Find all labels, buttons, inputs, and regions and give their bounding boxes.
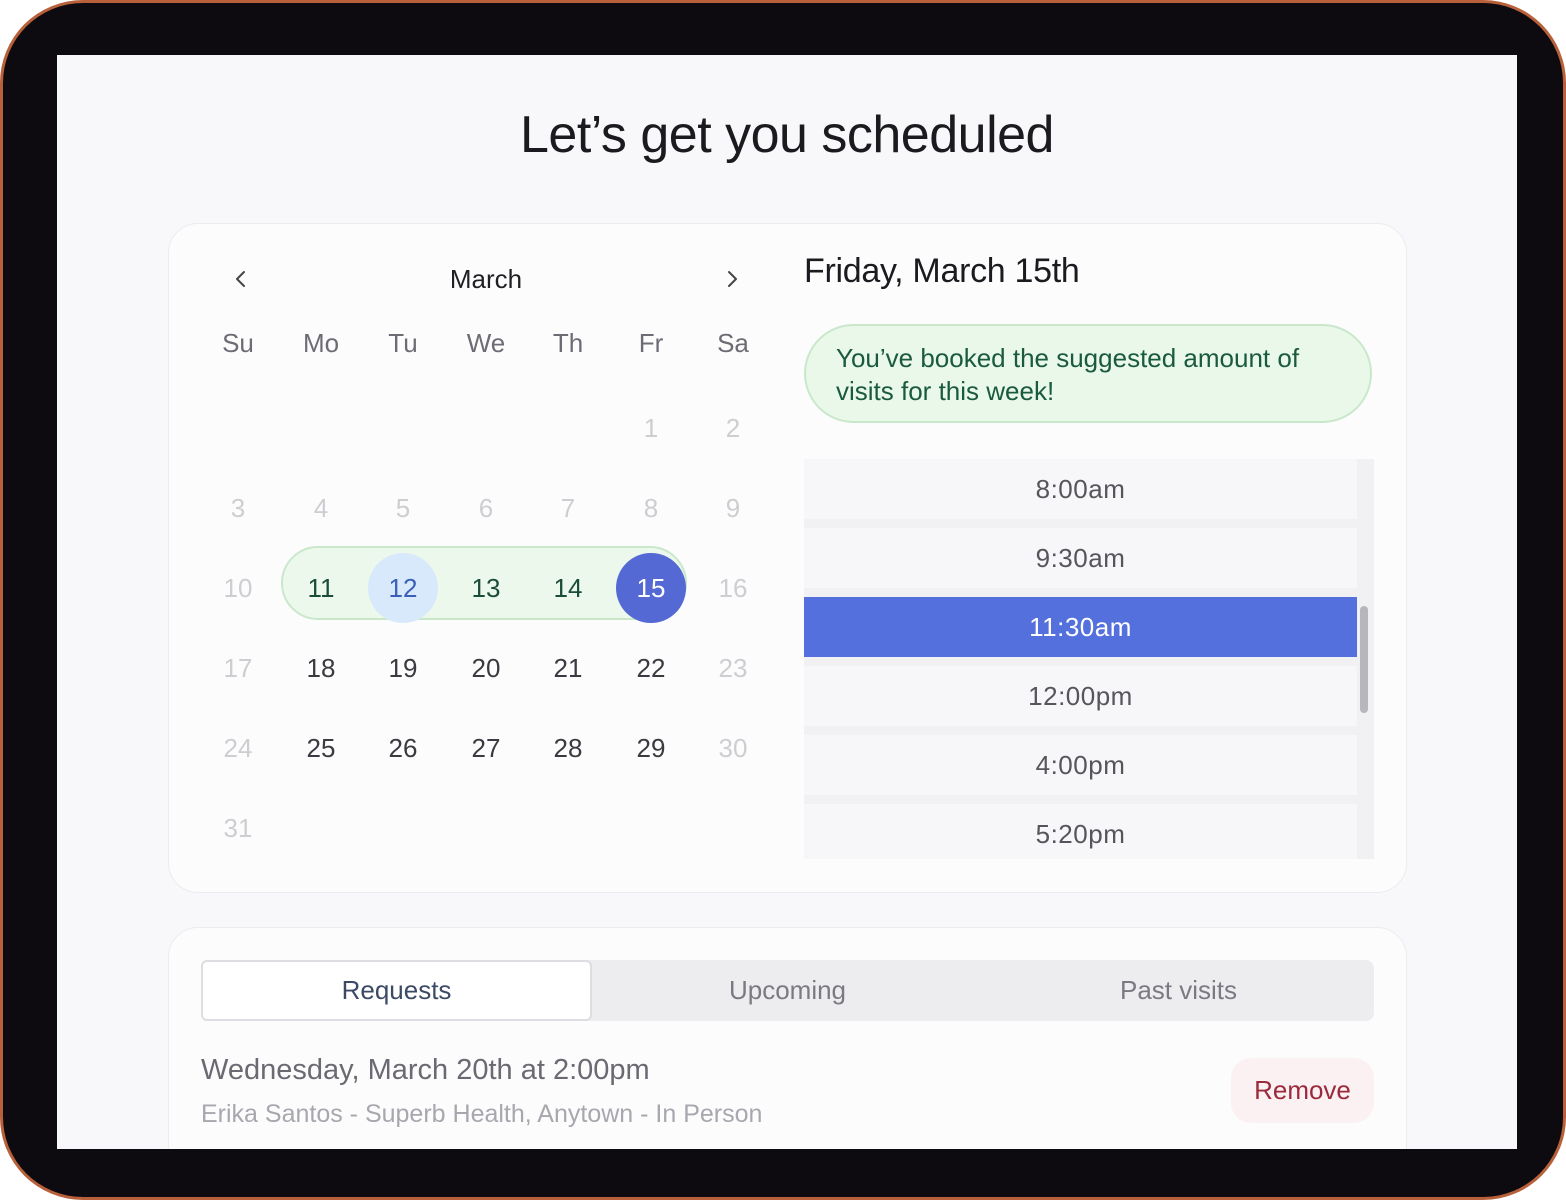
calendar-day[interactable]: 4 bbox=[286, 473, 356, 543]
tab-upcoming[interactable]: Upcoming bbox=[592, 960, 983, 1021]
calendar-day[interactable]: 20 bbox=[451, 633, 521, 703]
weekly-goal-banner: You’ve booked the suggested amount of vi… bbox=[804, 324, 1372, 423]
chevron-right-icon bbox=[728, 271, 737, 287]
remove-request-button[interactable]: Remove bbox=[1231, 1058, 1374, 1123]
calendar-day[interactable]: 29 bbox=[616, 713, 686, 783]
page-title: Let’s get you scheduled bbox=[520, 106, 1054, 164]
calendar-day[interactable]: 1 bbox=[616, 393, 686, 463]
weekday-label: Fr bbox=[638, 328, 664, 358]
time-slot[interactable]: 9:30am bbox=[804, 528, 1357, 588]
weekday-label: We bbox=[466, 328, 506, 358]
calendar-day[interactable]: 17 bbox=[203, 633, 273, 703]
calendar-day[interactable]: 5 bbox=[368, 473, 438, 543]
time-slot-selected[interactable]: 11:30am bbox=[804, 597, 1357, 657]
weekday-label: Sa bbox=[717, 328, 749, 358]
weekday-label: Su bbox=[222, 328, 254, 358]
calendar-day[interactable]: 14 bbox=[533, 553, 603, 623]
calendar-day[interactable]: 28 bbox=[533, 713, 603, 783]
calendar-day[interactable]: 2 bbox=[698, 393, 768, 463]
calendar-day[interactable]: 23 bbox=[698, 633, 768, 703]
calendar-day[interactable]: 19 bbox=[368, 633, 438, 703]
scheduler-card: March Su Mo Tu We Th Fr Sa 1 2 3 4 5 6 7 8 9 10 11 12 13 14 1… bbox=[168, 223, 1407, 893]
calendar-day[interactable]: 24 bbox=[203, 713, 273, 783]
request-details: Erika Santos - Superb Health, Anytown - … bbox=[201, 1100, 763, 1128]
calendar-day[interactable]: 16 bbox=[698, 553, 768, 623]
calendar-day[interactable]: 18 bbox=[286, 633, 356, 703]
calendar-day[interactable]: 21 bbox=[533, 633, 603, 703]
next-month-button[interactable] bbox=[712, 254, 752, 304]
tab-requests[interactable]: Requests bbox=[201, 960, 592, 1021]
calendar-month-label: March bbox=[449, 264, 523, 294]
chevron-left-icon bbox=[236, 271, 245, 287]
calendar-day[interactable]: 12 bbox=[368, 553, 438, 623]
calendar-day[interactable]: 7 bbox=[533, 473, 603, 543]
calendar-day-selected[interactable]: 15 bbox=[616, 553, 686, 623]
calendar-day[interactable]: 26 bbox=[368, 713, 438, 783]
calendar-day[interactable]: 13 bbox=[451, 553, 521, 623]
request-title: Wednesday, March 20th at 2:00pm bbox=[201, 1054, 650, 1086]
calendar-day[interactable]: 22 bbox=[616, 633, 686, 703]
app-screen: Let’s get you scheduled March Su Mo Tu We Th… bbox=[57, 55, 1517, 1149]
calendar-day[interactable]: 30 bbox=[698, 713, 768, 783]
calendar-day[interactable]: 8 bbox=[616, 473, 686, 543]
time-slot[interactable]: 4:00pm bbox=[804, 735, 1357, 795]
visits-tab-bar: Requests Upcoming Past visits bbox=[201, 960, 1374, 1021]
calendar-day[interactable]: 3 bbox=[203, 473, 273, 543]
calendar-day[interactable]: 9 bbox=[698, 473, 768, 543]
tablet-frame: Let’s get you scheduled March Su Mo Tu We Th… bbox=[3, 3, 1563, 1197]
weekday-label: Tu bbox=[388, 328, 418, 358]
calendar-day[interactable]: 25 bbox=[286, 713, 356, 783]
time-slot-scrollbar[interactable] bbox=[1360, 606, 1368, 713]
visits-card: Requests Upcoming Past visits Wednesday, M… bbox=[168, 927, 1407, 1149]
weekday-label: Mo bbox=[302, 328, 340, 358]
previous-month-button[interactable] bbox=[221, 254, 261, 304]
weekday-label: Th bbox=[552, 328, 584, 358]
time-slot-list[interactable]: 8:00am 9:30am 11:30am 12:00pm 4:00pm 5:20pm bbox=[804, 459, 1374, 859]
time-slot[interactable]: 8:00am bbox=[804, 459, 1357, 519]
calendar-day[interactable]: 10 bbox=[203, 553, 273, 623]
time-slot[interactable]: 12:00pm bbox=[804, 666, 1357, 726]
selected-date-heading: Friday, March 15th bbox=[804, 252, 1080, 290]
calendar-day[interactable]: 6 bbox=[451, 473, 521, 543]
tab-past-visits[interactable]: Past visits bbox=[983, 960, 1374, 1021]
calendar-day[interactable]: 31 bbox=[203, 793, 273, 863]
time-slot[interactable]: 5:20pm bbox=[804, 804, 1357, 859]
calendar-day[interactable]: 27 bbox=[451, 713, 521, 783]
calendar-day[interactable]: 11 bbox=[286, 553, 356, 623]
